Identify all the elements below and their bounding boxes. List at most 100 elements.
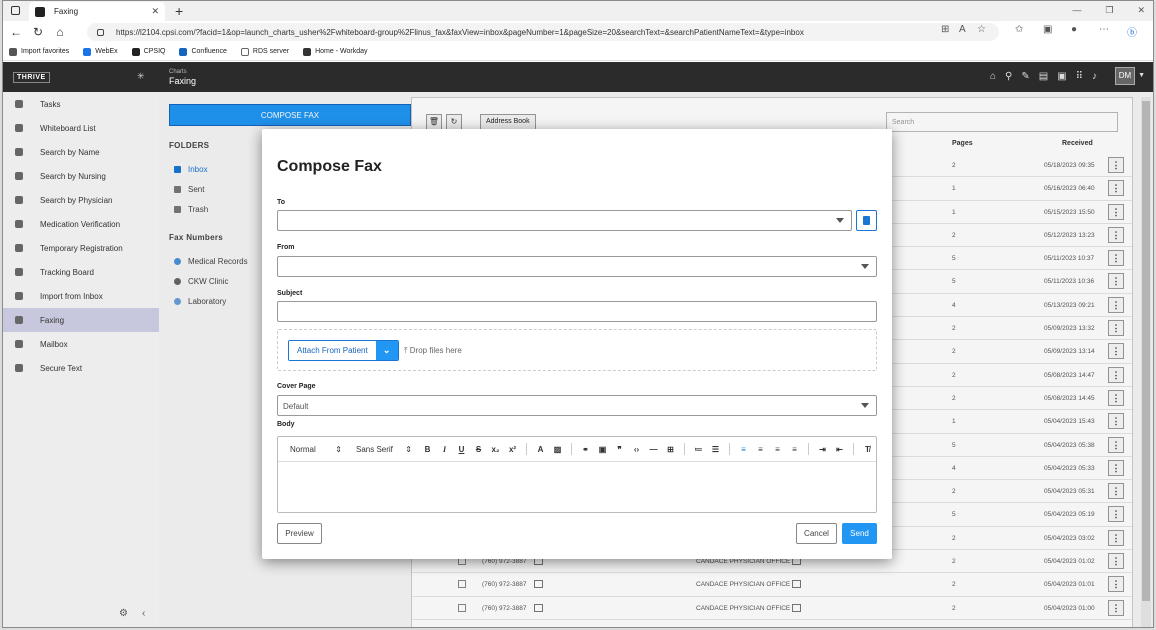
- folder-inbox[interactable]: Inbox: [169, 159, 248, 179]
- refresh-icon[interactable]: ↻: [29, 25, 47, 39]
- ordered-list-icon[interactable]: ≔: [693, 445, 704, 454]
- sidebar-item-medication-verification[interactable]: Medication Verification: [3, 212, 159, 236]
- link-icon[interactable]: ⚭: [580, 445, 591, 454]
- from-select[interactable]: [277, 256, 877, 277]
- sidebar-item-tasks[interactable]: Tasks: [3, 92, 159, 116]
- profile-icon[interactable]: ●: [1071, 24, 1077, 35]
- align-justify-icon[interactable]: ≡: [789, 445, 800, 454]
- row-menu-button[interactable]: ⋮: [1108, 506, 1124, 523]
- new-tab-icon[interactable]: +: [175, 3, 183, 19]
- read-aloud-icon[interactable]: A: [959, 24, 966, 35]
- favorite-item[interactable]: Home - Workday: [303, 47, 367, 56]
- row-menu-button[interactable]: ⋮: [1108, 389, 1124, 406]
- highlight-icon[interactable]: ▨: [552, 445, 563, 454]
- row-checkbox[interactable]: [458, 603, 466, 612]
- sidebar-item-faxing[interactable]: Faxing: [3, 308, 159, 332]
- italic-icon[interactable]: I: [439, 445, 450, 454]
- home-icon[interactable]: ⌂: [51, 25, 69, 39]
- restore-icon[interactable]: ❐: [1105, 5, 1113, 16]
- folder-sent[interactable]: Sent: [169, 179, 248, 199]
- minimize-icon[interactable]: —: [1072, 5, 1081, 16]
- indent-icon[interactable]: ⇥: [817, 445, 828, 454]
- sidebar-item-search-by-name[interactable]: Search by Name: [3, 140, 159, 164]
- format-select[interactable]: Normal ⇕: [286, 445, 346, 454]
- table-row[interactable]: (760) 972-3887 CANDACE PHYSICIAN OFFICE 2 0…: [412, 597, 1132, 620]
- more-icon[interactable]: ⋯: [1099, 24, 1109, 35]
- sidebar-item-tracking-board[interactable]: Tracking Board: [3, 260, 159, 284]
- cover-page-select[interactable]: Default: [277, 395, 877, 416]
- bullet-list-icon[interactable]: ☰: [710, 445, 721, 454]
- column-header-pages[interactable]: Pages: [952, 140, 973, 147]
- editor-content[interactable]: [278, 462, 876, 512]
- outdent-icon[interactable]: ⇤: [834, 445, 845, 454]
- row-menu-button[interactable]: ⋮: [1108, 343, 1124, 360]
- row-menu-button[interactable]: ⋮: [1108, 273, 1124, 290]
- row-menu-button[interactable]: ⋮: [1108, 459, 1124, 476]
- chevron-down-icon[interactable]: ▼: [1138, 72, 1145, 79]
- row-checkbox[interactable]: [458, 580, 466, 589]
- address-book-button[interactable]: Address Book: [480, 114, 536, 130]
- clipboard-icon[interactable]: ▤: [1039, 71, 1048, 82]
- row-menu-button[interactable]: ⋮: [1108, 157, 1124, 173]
- apps-grid-icon[interactable]: ⠿: [1076, 71, 1083, 82]
- row-menu-button[interactable]: ⋮: [1108, 320, 1124, 337]
- favorite-item[interactable]: WebEx: [83, 47, 118, 56]
- chevron-down-icon[interactable]: ⌄: [375, 341, 398, 360]
- compose-fax-button[interactable]: COMPOSE FAX: [169, 104, 411, 126]
- thrive-logo[interactable]: THRIVE: [13, 72, 50, 83]
- contact-card-icon[interactable]: [534, 603, 543, 612]
- sidebar-item-whiteboard-list[interactable]: Whiteboard List: [3, 116, 159, 140]
- horizontal-rule-icon[interactable]: —: [648, 445, 659, 454]
- row-menu-button[interactable]: ⋮: [1108, 529, 1124, 546]
- fax-number-item[interactable]: Laboratory: [169, 291, 248, 311]
- bell-icon[interactable]: ♪: [1092, 71, 1097, 82]
- tab-close-icon[interactable]: ✕: [151, 6, 159, 17]
- monitor-icon[interactable]: ▣: [1057, 71, 1066, 82]
- align-left-icon[interactable]: ≡: [738, 445, 749, 454]
- sidebar-item-import-from-inbox[interactable]: Import from Inbox: [3, 284, 159, 308]
- clear-format-icon[interactable]: T̸: [862, 445, 873, 454]
- contact-card-icon[interactable]: [792, 603, 801, 612]
- row-menu-button[interactable]: ⋮: [1108, 599, 1124, 616]
- favorite-item[interactable]: Import favorites: [9, 47, 69, 56]
- browser-tab[interactable]: Faxing ✕: [29, 2, 165, 21]
- pin-icon[interactable]: ✳: [137, 71, 145, 82]
- row-menu-button[interactable]: ⋮: [1108, 226, 1124, 243]
- gear-icon[interactable]: ⚙: [119, 608, 128, 619]
- row-menu-button[interactable]: ⋮: [1108, 436, 1124, 453]
- cancel-button[interactable]: Cancel: [796, 523, 837, 544]
- row-menu-button[interactable]: ⋮: [1108, 203, 1124, 220]
- trash-icon[interactable]: 🗑: [426, 114, 442, 130]
- refresh-icon[interactable]: ↻: [446, 114, 462, 130]
- sidebar-item-mailbox[interactable]: Mailbox: [3, 332, 159, 356]
- window-close-icon[interactable]: ✕: [1137, 5, 1145, 16]
- underline-icon[interactable]: U: [456, 445, 467, 454]
- address-book-icon-button[interactable]: [856, 210, 877, 231]
- table-row[interactable]: (760) 972-3887 CANDACE PHYSICIAN OFFICE 2 0…: [412, 573, 1132, 597]
- quote-icon[interactable]: ❞: [614, 445, 625, 454]
- sidebar-item-search-by-nursing[interactable]: Search by Nursing: [3, 164, 159, 188]
- favorite-item[interactable]: RDS server: [240, 47, 289, 56]
- row-menu-button[interactable]: ⋮: [1108, 366, 1124, 383]
- row-menu-button[interactable]: ⋮: [1108, 553, 1124, 570]
- row-menu-button[interactable]: ⋮: [1108, 413, 1124, 430]
- sidebar-item-search-by-physician[interactable]: Search by Physician: [3, 188, 159, 212]
- bold-icon[interactable]: B: [422, 445, 433, 454]
- subscript-icon[interactable]: x₂: [490, 445, 501, 454]
- favorite-star-icon[interactable]: ☆: [977, 24, 986, 35]
- search-icon[interactable]: ⚲: [1005, 71, 1012, 82]
- folder-trash[interactable]: Trash: [169, 199, 248, 219]
- text-color-icon[interactable]: A: [535, 445, 546, 454]
- row-menu-button[interactable]: ⋮: [1108, 296, 1124, 313]
- contact-card-icon[interactable]: [534, 580, 543, 589]
- avatar[interactable]: DM: [1115, 67, 1135, 85]
- send-button[interactable]: Send: [842, 523, 877, 544]
- superscript-icon[interactable]: x²: [507, 445, 518, 454]
- favorites-icon[interactable]: ✩: [1015, 24, 1023, 35]
- favorite-item[interactable]: CPSIQ: [131, 47, 165, 56]
- row-menu-button[interactable]: ⋮: [1108, 483, 1124, 500]
- to-select[interactable]: [277, 210, 852, 231]
- fax-number-item[interactable]: CKW Clinic: [169, 271, 248, 291]
- font-select[interactable]: Sans Serif ⇕: [352, 445, 416, 454]
- url-field[interactable]: https://l2104.cpsi.com/?facid=1&op=launc…: [87, 23, 999, 41]
